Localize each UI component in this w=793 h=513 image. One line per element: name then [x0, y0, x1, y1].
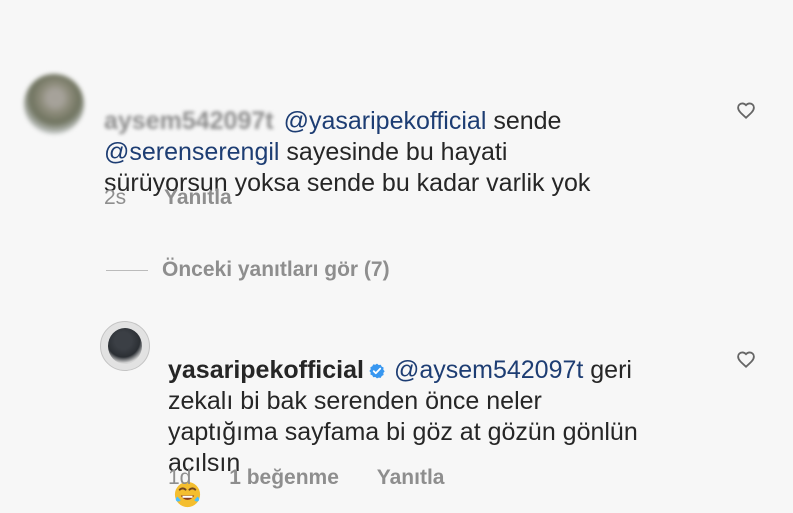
reply-button[interactable]: Yanıtla	[377, 466, 445, 489]
avatar[interactable]	[100, 321, 150, 371]
verified-badge-icon	[369, 363, 385, 379]
heart-icon[interactable]	[735, 99, 757, 121]
avatar[interactable]	[24, 74, 84, 134]
comment-text: aysem542097t @yasaripekofficial sende @se…	[104, 75, 724, 199]
avatar-image	[108, 328, 142, 364]
likes-count[interactable]: 1 beğenme	[229, 466, 339, 489]
mention-link[interactable]: @serenserengil	[104, 138, 279, 166]
comment-meta: 2s Yanıtla	[104, 186, 264, 210]
comment-username[interactable]: aysem542097t	[104, 107, 274, 135]
heart-icon[interactable]	[735, 348, 757, 370]
divider	[106, 269, 148, 271]
reply-username[interactable]: yasaripekofficial	[168, 356, 364, 384]
view-previous-replies[interactable]: Önceki yanıtları gör (7)	[106, 256, 390, 284]
comment-time: 2s	[104, 186, 127, 209]
reply-button[interactable]: Yanıtla	[164, 186, 232, 209]
reply-meta: 1d 1 beğenme Yanıtla	[168, 466, 476, 490]
reply-time: 1d	[168, 466, 192, 489]
view-previous-replies-label[interactable]: Önceki yanıtları gör (7)	[162, 258, 390, 281]
mention-link[interactable]: @aysem542097t	[394, 356, 583, 384]
mention-link[interactable]: @yasaripekofficial	[284, 107, 487, 135]
comment-text-segment: sende	[486, 107, 562, 135]
